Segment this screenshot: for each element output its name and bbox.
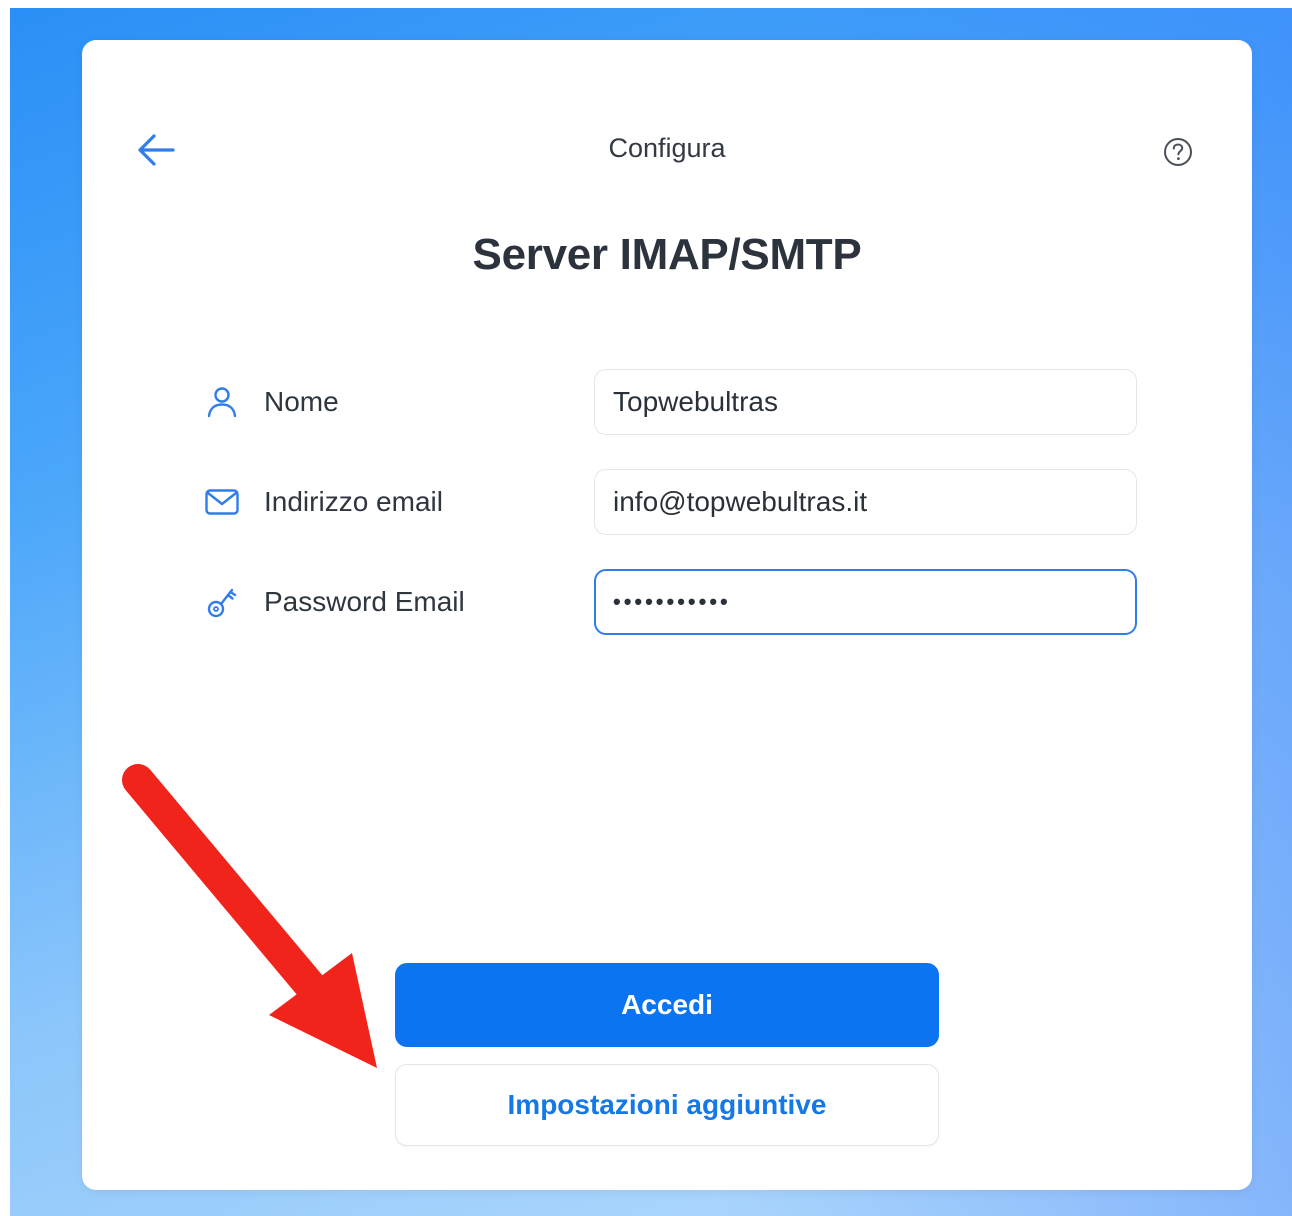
question-circle-icon bbox=[1164, 138, 1192, 166]
help-button[interactable] bbox=[1158, 132, 1198, 172]
email-field-value: info@topwebultras.it bbox=[613, 486, 868, 517]
name-label: Nome bbox=[264, 386, 339, 417]
password-field-value: ••••••••••• bbox=[613, 589, 731, 614]
login-button[interactable]: Accedi bbox=[395, 963, 939, 1047]
user-icon bbox=[202, 382, 242, 422]
setup-dialog: Configura Server IMAP/SMTP Nome Topwebul… bbox=[82, 40, 1252, 1190]
password-field[interactable]: ••••••••••• bbox=[594, 569, 1137, 635]
email-field[interactable]: info@topwebultras.it bbox=[594, 469, 1137, 535]
email-label-row: Indirizzo email bbox=[202, 469, 443, 535]
password-label: Password Email bbox=[264, 586, 465, 617]
name-field-value: Topwebultras bbox=[613, 386, 778, 417]
envelope-icon bbox=[202, 482, 242, 522]
screenshot: Configura Server IMAP/SMTP Nome Topwebul… bbox=[0, 0, 1292, 1216]
email-label: Indirizzo email bbox=[264, 486, 443, 517]
additional-settings-button[interactable]: Impostazioni aggiuntive bbox=[395, 1064, 939, 1146]
name-label-row: Nome bbox=[202, 369, 339, 435]
name-field[interactable]: Topwebultras bbox=[594, 369, 1137, 435]
password-label-row: Password Email bbox=[202, 569, 465, 635]
page-title: Server IMAP/SMTP bbox=[472, 230, 862, 279]
header-title: Configura bbox=[608, 133, 726, 163]
key-icon bbox=[202, 582, 242, 622]
